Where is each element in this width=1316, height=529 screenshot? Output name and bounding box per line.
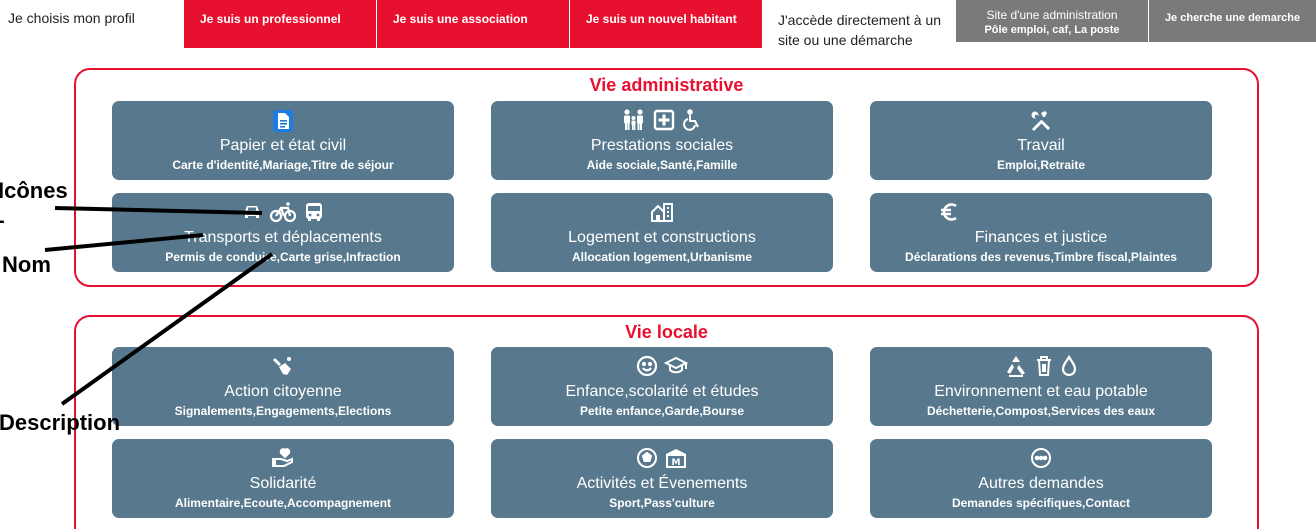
hand-heart-icon (270, 447, 296, 471)
annotation-icons-label: Icônes (0, 178, 68, 203)
bus-icon (303, 201, 325, 225)
card-finances[interactable]: Finances et justice Déclarations des rev… (870, 193, 1212, 272)
card-prestations-sociales[interactable]: Prestations sociales Aide sociale,Santé,… (491, 101, 833, 180)
tab-find-procedure[interactable]: Je cherche une demarche (1149, 0, 1316, 42)
card-description: Emploi,Retraite (996, 158, 1086, 172)
hands-icon (271, 355, 295, 379)
card-name: Action citoyenne (224, 383, 342, 400)
medical-cross-icon (653, 109, 675, 133)
card-name: Logement et constructions (568, 229, 756, 246)
card-name: Finances et justice (974, 229, 1108, 246)
tab-new-resident[interactable]: Je suis un nouvel habitant (570, 0, 762, 48)
card-name: Activités et Évenements (576, 475, 748, 492)
card-name: Environnement et eau potable (934, 383, 1148, 400)
tools-icon (1029, 109, 1053, 133)
card-name: Autres demandes (978, 475, 1104, 492)
card-action-citoyenne[interactable]: Action citoyenne Signalements,Engagement… (112, 347, 454, 426)
card-enfance[interactable]: Enfance,scolarité et études Petite enfan… (491, 347, 833, 426)
card-description: Sport,Pass'culture (609, 496, 715, 510)
card-description: Permis de conduire,Carte grise,Infractio… (165, 250, 401, 264)
tab-admin-site[interactable]: Site d'une administration Pôle emploi, c… (956, 0, 1148, 42)
card-logement[interactable]: Logement et constructions Allocation log… (491, 193, 833, 272)
card-description: Petite enfance,Garde,Bourse (579, 404, 745, 418)
tab-association[interactable]: Je suis une association (377, 0, 569, 48)
annotation-name-label: Nom (2, 252, 51, 277)
section-admin: Vie administrative Papier et état civil … (74, 68, 1259, 287)
annotation-description-label: Description (0, 410, 121, 435)
admin-site-line1: Site d'une administration (986, 8, 1118, 22)
card-description: Carte d'identité,Mariage,Titre de séjour (172, 158, 394, 172)
card-description: Déchetterie,Compost,Services des eaux (926, 404, 1156, 418)
svg-text:M: M (672, 458, 681, 468)
soccer-ball-icon (636, 447, 658, 471)
card-description: Signalements,Engagements,Elections (174, 404, 392, 418)
card-description: Demandes spécifiques,Contact (951, 496, 1131, 510)
recycle-icon (1004, 355, 1028, 379)
card-description: Allocation logement,Urbanisme (571, 250, 753, 264)
section-title: Vie administrative (589, 75, 744, 95)
card-name: Papier et état civil (219, 137, 347, 154)
house-building-icon (650, 201, 674, 225)
card-travail[interactable]: Travail Emploi,Retraite (870, 101, 1212, 180)
card-name: Transports et déplacements (184, 229, 382, 246)
annotation-dash: - (0, 210, 5, 233)
card-description: Aide sociale,Santé,Famille (586, 158, 738, 172)
card-name: Travail (1017, 137, 1065, 154)
family-icon (621, 109, 647, 133)
direct-access-label: J'accède directement à un site ou une dé… (778, 12, 941, 48)
card-transports[interactable]: Transports et déplacements Permis de con… (112, 193, 454, 272)
wheelchair-icon (681, 109, 703, 133)
card-papier-etat-civil[interactable]: Papier et état civil Carte d'identité,Ma… (112, 101, 454, 180)
section-title: Vie locale (625, 322, 708, 342)
profile-label: Je choisis mon profil (8, 10, 135, 26)
profile-topbar: Je choisis mon profil Je suis un profess… (0, 0, 1316, 48)
bicycle-icon (269, 201, 297, 225)
card-name: Prestations sociales (590, 137, 734, 154)
tab-professional[interactable]: Je suis un professionnel (184, 0, 376, 48)
card-activites[interactable]: M Activités et Évenements Sport,Pass'cul… (491, 439, 833, 518)
document-icon (271, 109, 295, 133)
more-icon (1030, 447, 1052, 471)
trash-icon (1034, 355, 1054, 379)
smiley-icon (636, 355, 658, 379)
car-icon (241, 201, 263, 225)
card-description: Déclarations des revenus,Timbre fiscal,P… (905, 250, 1177, 264)
water-drop-icon (1060, 355, 1078, 379)
card-autres-demandes[interactable]: Autres demandes Demandes spécifiques,Con… (870, 439, 1212, 518)
euro-icon (938, 201, 960, 225)
section-local: Vie locale Action citoyenne Signalements… (74, 315, 1259, 529)
card-name: Enfance,scolarité et études (565, 383, 759, 400)
admin-site-line2: Pôle emploi, caf, La poste (984, 24, 1120, 36)
museum-icon: M (664, 447, 688, 471)
graduation-cap-icon (664, 355, 688, 379)
card-environnement[interactable]: Environnement et eau potable Déchetterie… (870, 347, 1212, 426)
card-name: Solidarité (249, 475, 317, 492)
card-description: Alimentaire,Ecoute,Accompagnement (174, 496, 392, 510)
card-solidarite[interactable]: Solidarité Alimentaire,Ecoute,Accompagne… (112, 439, 454, 518)
